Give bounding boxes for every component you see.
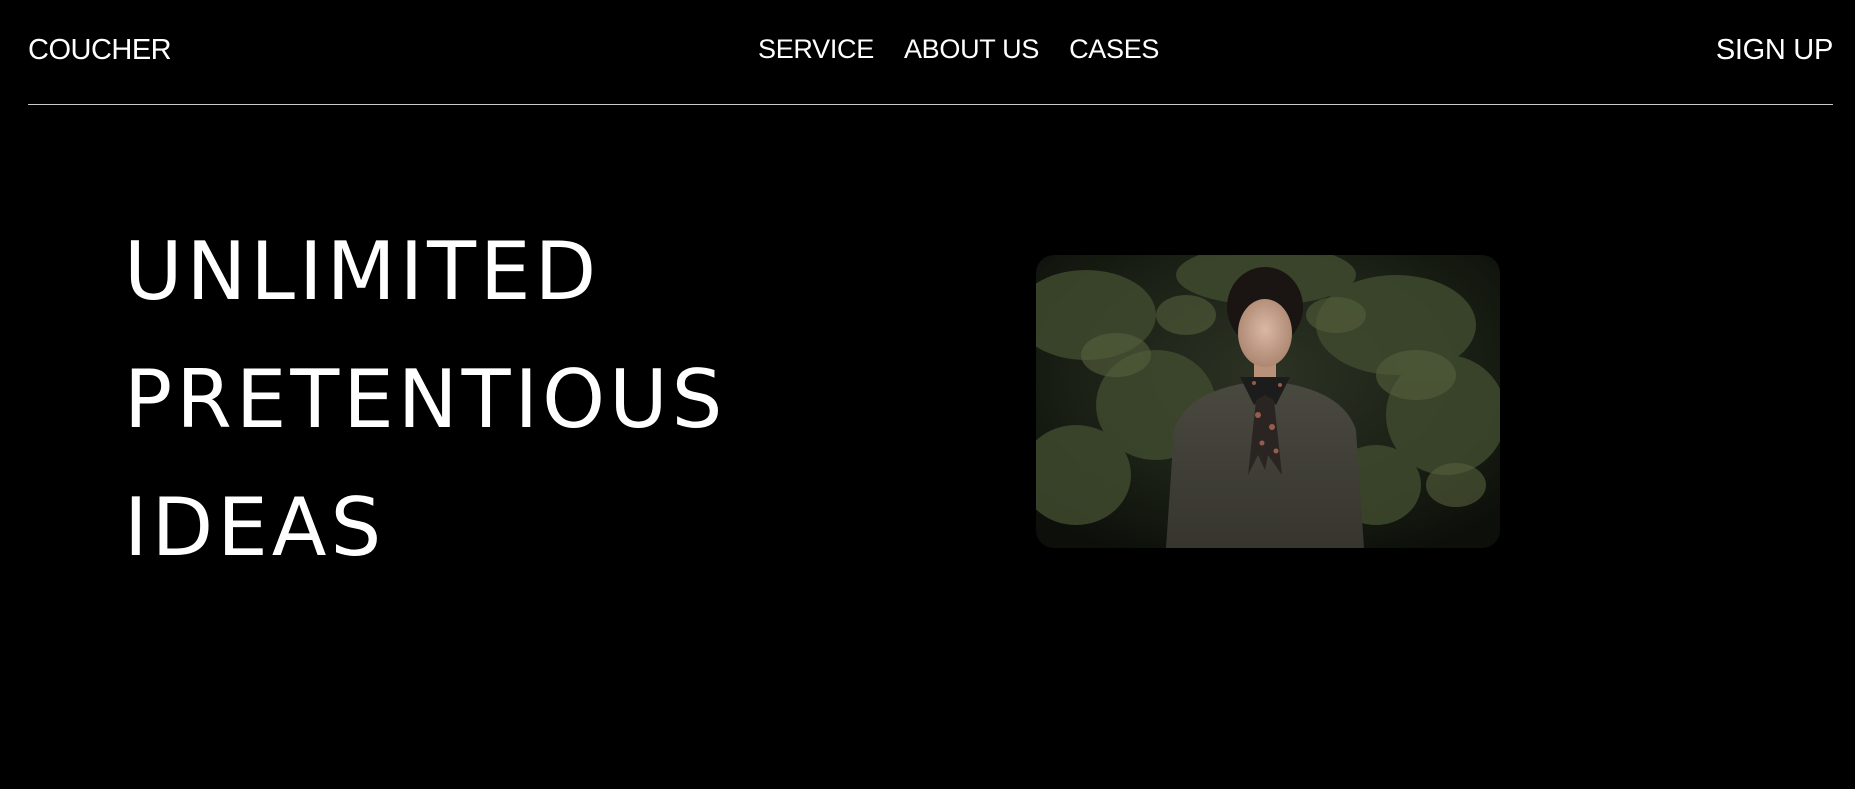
hero-portrait-image: [1036, 255, 1500, 548]
header-divider: [28, 104, 1833, 105]
top-navigation: COUCHER SERVICE ABOUT US CASES SIGN UP: [0, 0, 1855, 106]
nav-link-service[interactable]: SERVICE: [758, 33, 874, 65]
hero-heading-line: IDEAS: [124, 481, 386, 574]
hero-heading-line: PRETENTIOUS: [124, 353, 727, 446]
nav-link-about-us[interactable]: ABOUT US: [904, 33, 1039, 65]
nav-link-cases[interactable]: CASES: [1069, 33, 1159, 65]
main-menu: SERVICE ABOUT US CASES: [758, 33, 1159, 65]
brand-logo[interactable]: COUCHER: [28, 33, 172, 67]
hero-heading: UNLIMITED PRETENTIOUS IDEAS: [124, 208, 726, 592]
sign-up-link[interactable]: SIGN UP: [1716, 33, 1833, 67]
hero-heading-line: UNLIMITED: [124, 225, 601, 318]
